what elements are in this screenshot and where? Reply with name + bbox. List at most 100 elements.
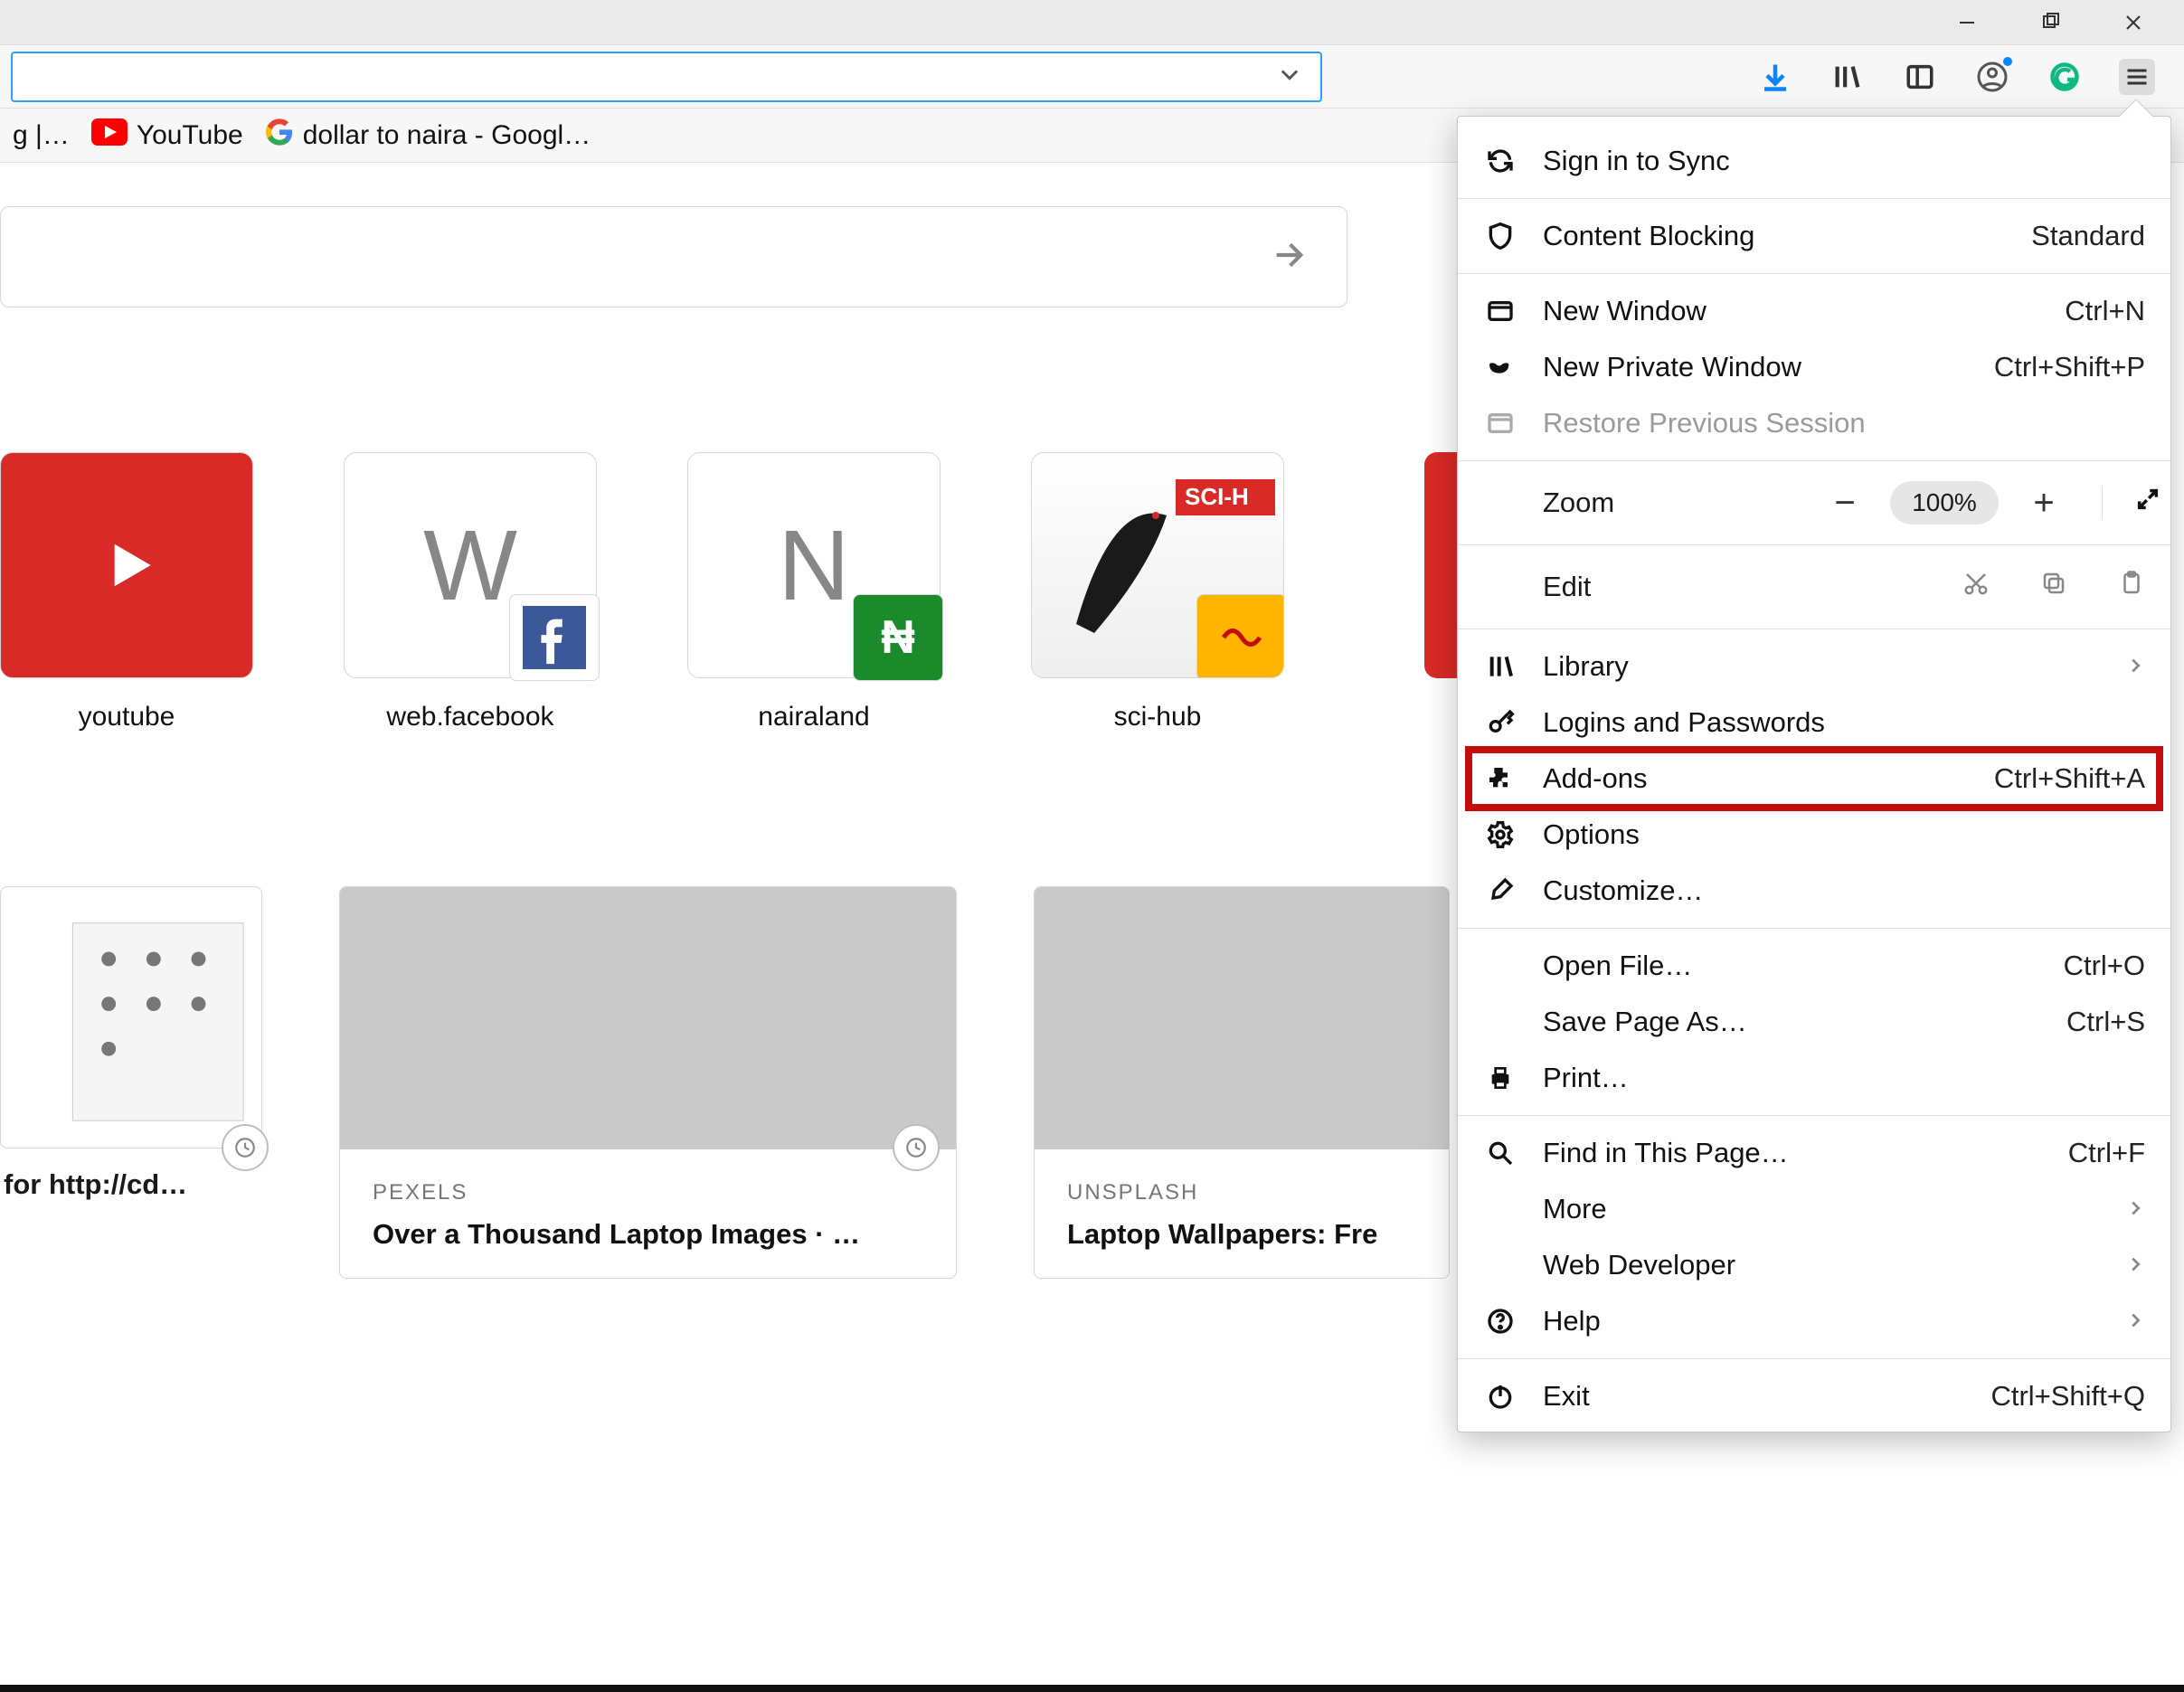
account-notification-dot bbox=[2003, 57, 2012, 66]
menu-sync[interactable]: Sign in to Sync bbox=[1458, 133, 2170, 189]
library-icon bbox=[1480, 652, 1521, 681]
zoom-value: 100% bbox=[1890, 481, 1999, 525]
taskbar-edge bbox=[0, 1685, 2184, 1692]
scihub-badge-icon bbox=[1196, 594, 1284, 678]
chevron-right-icon bbox=[2125, 1305, 2145, 1338]
shield-icon bbox=[1480, 222, 1521, 250]
tile-letter: W bbox=[423, 508, 517, 623]
downloads-button[interactable] bbox=[1757, 59, 1793, 95]
menu-new-window[interactable]: New Window Ctrl+N bbox=[1458, 283, 2170, 339]
mask-icon bbox=[1480, 353, 1521, 382]
chevron-right-icon bbox=[2125, 650, 2145, 683]
zoom-label: Zoom bbox=[1543, 487, 1816, 519]
paste-button[interactable] bbox=[2118, 570, 2145, 604]
google-icon bbox=[265, 118, 294, 154]
bookmark-label: YouTube bbox=[137, 120, 243, 151]
naira-icon: ₦ bbox=[853, 594, 943, 681]
urlbar-dropdown-icon[interactable] bbox=[1277, 61, 1302, 91]
card-title: for http://cd… bbox=[4, 1168, 259, 1201]
app-menu: Sign in to Sync Content Blocking Standar… bbox=[1457, 116, 2171, 1432]
search-box[interactable] bbox=[0, 206, 1347, 307]
toolbar-icons bbox=[1757, 59, 2173, 95]
menu-open-file[interactable]: Open File… Ctrl+O bbox=[1458, 938, 2170, 994]
zoom-in-button[interactable]: + bbox=[2015, 481, 2073, 525]
card-source: PEXELS bbox=[373, 1180, 923, 1205]
library-button[interactable] bbox=[1829, 59, 1866, 95]
sidebar-button[interactable] bbox=[1902, 59, 1938, 95]
menu-webdev[interactable]: Web Developer bbox=[1458, 1237, 2170, 1293]
facebook-icon bbox=[509, 594, 600, 681]
menu-content-blocking[interactable]: Content Blocking Standard bbox=[1458, 208, 2170, 264]
menu-exit[interactable]: Exit Ctrl+Shift+Q bbox=[1458, 1368, 2170, 1424]
fullscreen-button[interactable] bbox=[2102, 487, 2145, 519]
menu-customize[interactable]: Customize… bbox=[1458, 863, 2170, 919]
browser-window: g |… YouTube dollar to naira - Googl… bbox=[0, 0, 2184, 1692]
tile-nairaland[interactable]: N ₦ nairaland bbox=[687, 452, 941, 733]
search-icon bbox=[1480, 1139, 1521, 1167]
addon-icon bbox=[1480, 764, 1521, 793]
chevron-right-icon bbox=[2125, 1193, 2145, 1225]
arrow-right-icon[interactable] bbox=[1271, 237, 1307, 278]
menu-help[interactable]: Help bbox=[1458, 1293, 2170, 1349]
youtube-icon bbox=[91, 118, 128, 153]
key-icon bbox=[1480, 708, 1521, 737]
svg-text:SCI-H: SCI-H bbox=[1185, 483, 1249, 510]
clock-icon bbox=[222, 1124, 269, 1171]
copy-button[interactable] bbox=[2040, 570, 2067, 604]
bookmark-truncated[interactable]: g |… bbox=[13, 120, 70, 151]
menu-new-private[interactable]: New Private Window Ctrl+Shift+P bbox=[1458, 339, 2170, 395]
bookmark-label: dollar to naira - Googl… bbox=[303, 120, 591, 151]
grammarly-button[interactable] bbox=[2047, 59, 2083, 95]
menu-options[interactable]: Options bbox=[1458, 807, 2170, 863]
card-source: UNSPLASH bbox=[1067, 1180, 1416, 1205]
minimize-button[interactable] bbox=[1925, 0, 2009, 45]
sync-icon bbox=[1480, 147, 1521, 175]
clock-icon bbox=[893, 1124, 940, 1171]
account-button[interactable] bbox=[1974, 59, 2010, 95]
tile-label: sci-hub bbox=[1031, 702, 1284, 733]
tile-label: nairaland bbox=[687, 702, 941, 733]
cut-button[interactable] bbox=[1962, 570, 1990, 604]
card-cdn[interactable]: for http://cd… bbox=[0, 886, 262, 1279]
top-sites-row: youtube W web.facebook N ₦ nairaland bbox=[0, 452, 1284, 733]
menu-addons[interactable]: Add-ons Ctrl+Shift+A bbox=[1458, 751, 2170, 807]
menu-zoom-row: Zoom − 100% + bbox=[1458, 470, 2170, 535]
menu-edit-row: Edit bbox=[1458, 554, 2170, 619]
menu-library[interactable]: Library bbox=[1458, 638, 2170, 695]
power-icon bbox=[1480, 1382, 1521, 1411]
tile-facebook[interactable]: W web.facebook bbox=[344, 452, 597, 733]
zoom-out-button[interactable]: − bbox=[1816, 481, 1874, 525]
tile-youtube[interactable]: youtube bbox=[0, 452, 253, 733]
toolbar bbox=[0, 45, 2184, 109]
tile-label: youtube bbox=[0, 702, 253, 733]
titlebar bbox=[0, 0, 2184, 45]
edit-label: Edit bbox=[1543, 571, 1962, 603]
app-menu-button[interactable] bbox=[2119, 59, 2155, 95]
card-unsplash[interactable]: UNSPLASH Laptop Wallpapers: Fre bbox=[1034, 886, 1450, 1279]
menu-save-as[interactable]: Save Page As… Ctrl+S bbox=[1458, 994, 2170, 1050]
card-pexels[interactable]: PEXELS Over a Thousand Laptop Images · … bbox=[339, 886, 957, 1279]
tile-label: web.facebook bbox=[344, 702, 597, 733]
restore-icon bbox=[1480, 409, 1521, 438]
menu-logins[interactable]: Logins and Passwords bbox=[1458, 695, 2170, 751]
menu-more[interactable]: More bbox=[1458, 1181, 2170, 1237]
bookmark-youtube[interactable]: YouTube bbox=[91, 118, 243, 153]
tile-scihub[interactable]: SCI-H sci-hub bbox=[1031, 452, 1284, 733]
tile-letter: N bbox=[778, 508, 849, 623]
menu-restore-session: Restore Previous Session bbox=[1458, 395, 2170, 451]
print-icon bbox=[1480, 1063, 1521, 1092]
close-button[interactable] bbox=[2092, 0, 2175, 45]
brush-icon bbox=[1480, 876, 1521, 905]
maximize-button[interactable] bbox=[2009, 0, 2092, 45]
tile-partial[interactable] bbox=[1424, 452, 1457, 678]
bookmark-google[interactable]: dollar to naira - Googl… bbox=[265, 118, 591, 154]
chevron-right-icon bbox=[2125, 1249, 2145, 1281]
menu-print[interactable]: Print… bbox=[1458, 1050, 2170, 1106]
gear-icon bbox=[1480, 820, 1521, 849]
card-title: Over a Thousand Laptop Images · … bbox=[373, 1218, 923, 1251]
url-bar[interactable] bbox=[11, 52, 1322, 102]
menu-find[interactable]: Find in This Page… Ctrl+F bbox=[1458, 1125, 2170, 1181]
card-title: Laptop Wallpapers: Fre bbox=[1067, 1218, 1416, 1251]
window-icon bbox=[1480, 297, 1521, 326]
help-icon bbox=[1480, 1307, 1521, 1336]
